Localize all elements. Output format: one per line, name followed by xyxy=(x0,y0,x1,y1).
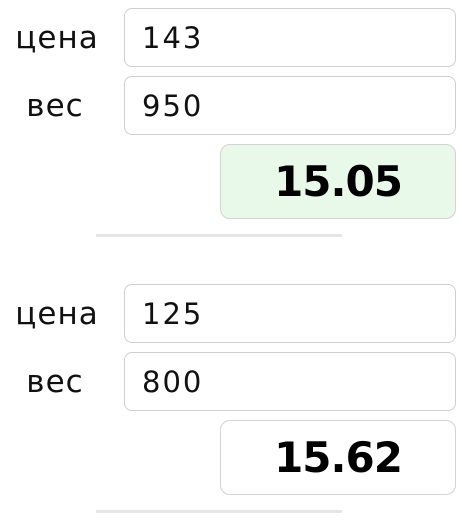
price-input[interactable] xyxy=(124,8,456,67)
weight-label: вес xyxy=(26,364,84,400)
price-per-weight-calculator: цена вес 15.05 цена вес 15.62 xyxy=(0,0,462,522)
weight-input[interactable] xyxy=(124,352,456,411)
price-label: цена xyxy=(15,20,99,56)
weight-label: вес xyxy=(26,88,84,124)
unit-price-result: 15.62 xyxy=(220,420,456,495)
section-divider xyxy=(96,234,342,237)
unit-price-result: 15.05 xyxy=(220,144,456,219)
price-input[interactable] xyxy=(124,284,456,343)
weight-input[interactable] xyxy=(124,76,456,135)
section-divider xyxy=(96,510,342,513)
price-label: цена xyxy=(15,296,99,332)
